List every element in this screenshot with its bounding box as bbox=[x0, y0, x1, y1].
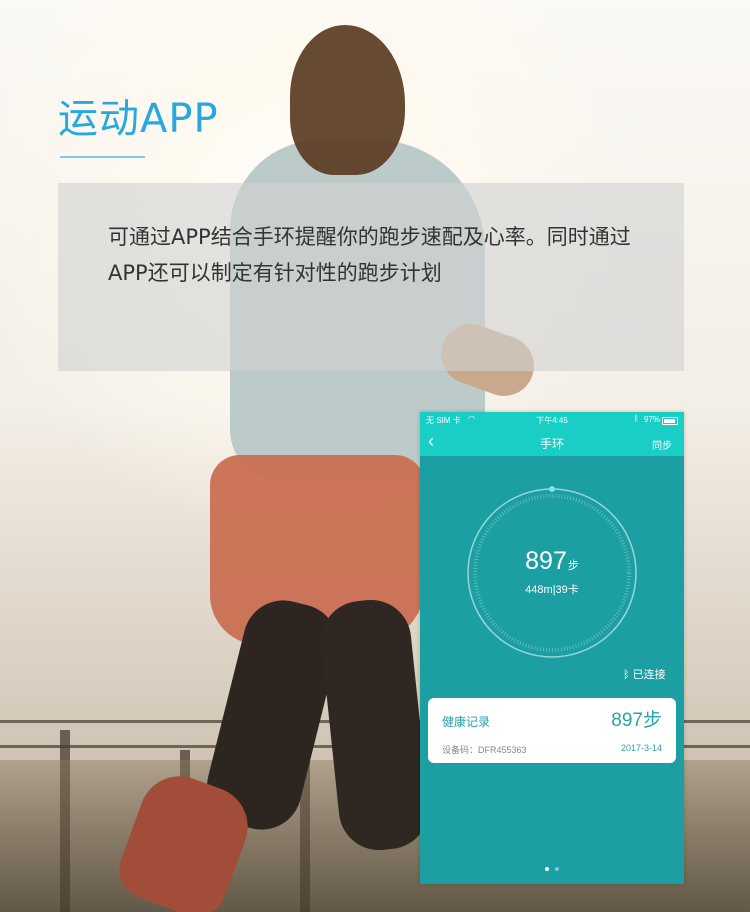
connection-status: ᛒ 已连接 bbox=[623, 666, 666, 682]
nav-bar: ‹ 手环 同步 bbox=[420, 428, 684, 456]
nav-title: 手环 bbox=[539, 437, 564, 451]
description-text: 可通过APP结合手环提醒你的跑步速配及心率。同时通过APP还可以制定有针对性的跑… bbox=[108, 225, 631, 285]
page-title: 运动APP bbox=[58, 96, 219, 142]
battery-icon bbox=[662, 417, 678, 425]
health-record-label: 健康记录 bbox=[442, 715, 491, 729]
health-record-steps: 897步 bbox=[611, 710, 662, 731]
step-count: 897步 bbox=[464, 547, 640, 576]
record-date: 2017-3-14 bbox=[620, 743, 662, 753]
page-dot bbox=[555, 867, 559, 871]
page-indicator bbox=[420, 858, 684, 876]
phone-screen: 无 SIM 卡 ◠ 下午4:45 ᛒ 97% ‹ 手环 同步 897步 448m… bbox=[420, 412, 684, 884]
step-count-value: 897 bbox=[525, 547, 567, 575]
phone-header: 无 SIM 卡 ◠ 下午4:45 ᛒ 97% ‹ 手环 同步 bbox=[420, 412, 684, 456]
description-panel: 可通过APP结合手环提醒你的跑步速配及心率。同时通过APP还可以制定有针对性的跑… bbox=[58, 183, 684, 371]
step-unit: 步 bbox=[567, 560, 579, 572]
battery-percent: 97% bbox=[644, 415, 661, 424]
title-underline bbox=[60, 156, 145, 158]
runner-hair bbox=[290, 25, 405, 175]
step-progress-ring: 897步 448m|39卡 bbox=[464, 485, 640, 661]
page-dot-active bbox=[545, 867, 549, 871]
bluetooth-icon: ᛒ bbox=[623, 669, 630, 681]
sync-button[interactable]: 同步 bbox=[652, 437, 672, 452]
device-code: 设备码：DFR455363 bbox=[442, 745, 527, 755]
health-record-card[interactable]: 健康记录 897步 设备码：DFR455363 2017-3-14 bbox=[428, 698, 676, 763]
status-bar: 无 SIM 卡 ◠ 下午4:45 ᛒ 97% bbox=[420, 414, 684, 428]
distance-calories: 448m|39卡 bbox=[525, 584, 579, 596]
bluetooth-icon: ᛒ bbox=[634, 414, 639, 423]
connection-label: 已连接 bbox=[632, 669, 666, 681]
runner-leg bbox=[317, 595, 433, 855]
